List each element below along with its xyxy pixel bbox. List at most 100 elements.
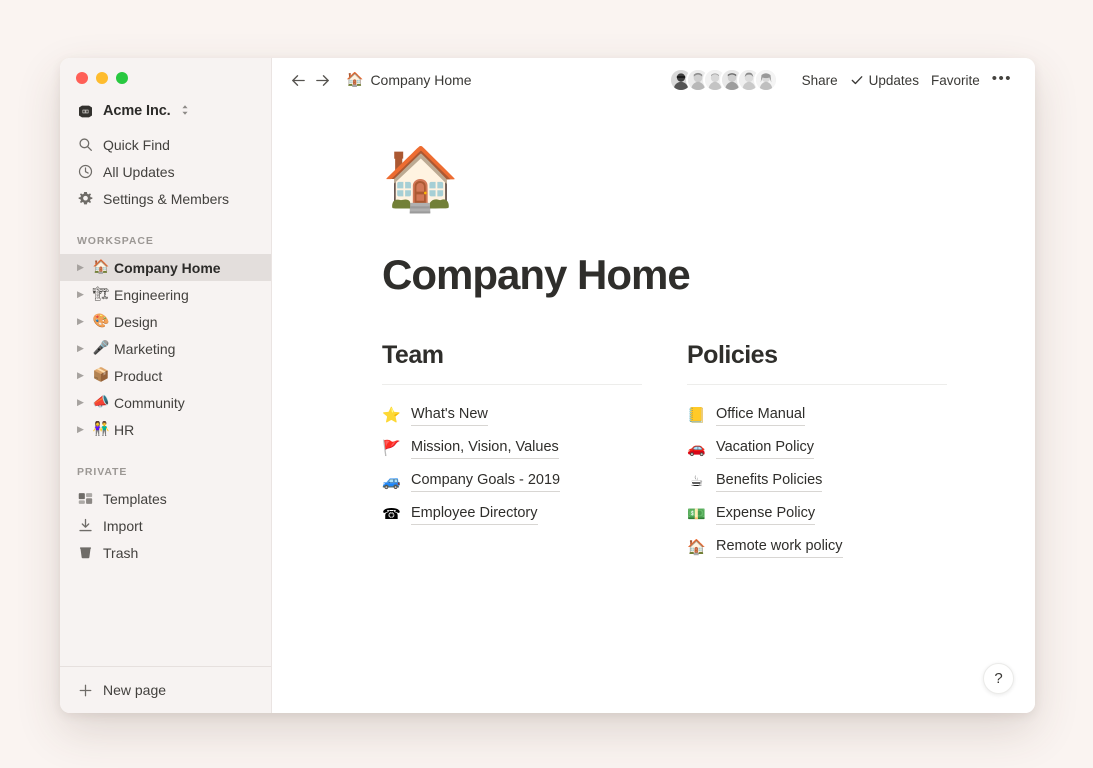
sidebar-page-engineering[interactable]: ▶ 🏗 Engineering bbox=[60, 281, 271, 308]
chevron-right-icon[interactable]: ▶ bbox=[77, 317, 91, 326]
page-link-remote-work-policy[interactable]: 🏠 Remote work policy bbox=[687, 531, 947, 564]
gear-icon bbox=[77, 191, 93, 207]
search-icon bbox=[77, 137, 93, 153]
templates-icon bbox=[77, 491, 93, 507]
link-emoji-icon: 📒 bbox=[687, 406, 706, 425]
chevron-right-icon[interactable]: ▶ bbox=[77, 290, 91, 299]
sidebar-item-settings-members[interactable]: Settings & Members bbox=[60, 185, 271, 212]
divider bbox=[687, 384, 947, 386]
arrow-right-icon bbox=[314, 72, 331, 89]
sidebar-item-label: Import bbox=[103, 517, 143, 534]
sidebar-item-import[interactable]: Import bbox=[60, 512, 271, 539]
page-link-office-manual[interactable]: 📒 Office Manual bbox=[687, 399, 947, 432]
chevron-updown-icon bbox=[181, 104, 189, 119]
collaborator-avatars[interactable] bbox=[668, 68, 778, 92]
page-emoji-icon: 🏠 bbox=[92, 258, 110, 275]
back-button[interactable] bbox=[286, 68, 310, 92]
sidebar-page-marketing[interactable]: ▶ 🎤 Marketing bbox=[60, 335, 271, 362]
column-heading: Policies bbox=[687, 341, 778, 370]
close-window-button[interactable] bbox=[76, 72, 88, 84]
workspace-logo-icon bbox=[77, 105, 94, 118]
link-emoji-icon: 🚩 bbox=[382, 439, 401, 458]
sidebar-page-community[interactable]: ▶ 📣 Community bbox=[60, 389, 271, 416]
chevron-right-icon[interactable]: ▶ bbox=[77, 344, 91, 353]
sidebar-item-label: Quick Find bbox=[103, 136, 170, 153]
plus-icon bbox=[77, 682, 93, 698]
page-link-company-goals[interactable]: 🚙 Company Goals - 2019 bbox=[382, 465, 642, 498]
sidebar-item-label: Trash bbox=[103, 544, 139, 561]
sidebar-item-label: Templates bbox=[103, 490, 167, 507]
sidebar-page-label: Engineering bbox=[114, 286, 189, 303]
link-emoji-icon: 🚙 bbox=[382, 472, 401, 491]
breadcrumb-label: Company Home bbox=[370, 72, 472, 88]
page-link-benefits-policies[interactable]: ☕ Benefits Policies bbox=[687, 465, 947, 498]
private-list: Templates Import Trash bbox=[60, 485, 271, 566]
sidebar-page-label: Company Home bbox=[114, 259, 221, 276]
clock-icon bbox=[77, 164, 93, 180]
maximize-window-button[interactable] bbox=[116, 72, 128, 84]
workspace-switcher[interactable]: Acme Inc. bbox=[60, 94, 271, 126]
workspace-name: Acme Inc. bbox=[103, 103, 171, 119]
sidebar-item-all-updates[interactable]: All Updates bbox=[60, 158, 271, 185]
share-label: Share bbox=[801, 72, 838, 88]
page-link-label: What's New bbox=[411, 405, 488, 427]
page-link-mission-vision-values[interactable]: 🚩 Mission, Vision, Values bbox=[382, 432, 642, 465]
workspace-section-label: WORKSPACE bbox=[77, 235, 154, 247]
new-page-button[interactable]: New page bbox=[60, 666, 271, 713]
link-emoji-icon: ☎ bbox=[382, 505, 401, 524]
private-section-label: PRIVATE bbox=[77, 466, 128, 478]
chevron-right-icon[interactable]: ▶ bbox=[77, 371, 91, 380]
page-emoji-icon: 🎨 bbox=[92, 312, 110, 329]
page-link-label: Company Goals - 2019 bbox=[411, 471, 561, 493]
chevron-right-icon[interactable]: ▶ bbox=[77, 263, 91, 272]
sidebar-page-label: Product bbox=[114, 367, 163, 384]
main-area: 🏠 Company Home Share Updates Favorite ••… bbox=[272, 58, 1035, 713]
new-page-label: New page bbox=[103, 682, 167, 698]
app-window: Acme Inc. Quick Find All Updates Setting… bbox=[60, 58, 1035, 713]
sidebar: Acme Inc. Quick Find All Updates Setting… bbox=[60, 58, 272, 713]
sidebar-page-product[interactable]: ▶ 📦 Product bbox=[60, 362, 271, 389]
sidebar-item-quick-find[interactable]: Quick Find bbox=[60, 131, 271, 158]
page-title[interactable]: Company Home bbox=[382, 251, 1035, 298]
sidebar-page-label: Marketing bbox=[114, 340, 176, 357]
sidebar-page-hr[interactable]: ▶ 👫 HR bbox=[60, 416, 271, 443]
page-content: 🏠 Company Home Team ⭐ What's New 🚩 Missi… bbox=[272, 102, 1035, 713]
page-icon[interactable]: 🏠 bbox=[382, 148, 1035, 218]
page-link-label: Employee Directory bbox=[411, 504, 538, 526]
page-link-employee-directory[interactable]: ☎ Employee Directory bbox=[382, 498, 642, 531]
breadcrumb[interactable]: 🏠 Company Home bbox=[346, 72, 472, 88]
chevron-right-icon[interactable]: ▶ bbox=[77, 398, 91, 407]
sidebar-page-design[interactable]: ▶ 🎨 Design bbox=[60, 308, 271, 335]
page-link-whats-new[interactable]: ⭐ What's New bbox=[382, 399, 642, 432]
page-columns: Team ⭐ What's New 🚩 Mission, Vision, Val… bbox=[382, 340, 1035, 564]
page-emoji-icon: 👫 bbox=[92, 420, 110, 437]
minimize-window-button[interactable] bbox=[96, 72, 108, 84]
page-link-vacation-policy[interactable]: 🚗 Vacation Policy bbox=[687, 432, 947, 465]
page-link-label: Mission, Vision, Values bbox=[411, 438, 559, 460]
check-icon bbox=[850, 73, 864, 87]
page-emoji-icon: 🎤 bbox=[92, 339, 110, 356]
sidebar-item-trash[interactable]: Trash bbox=[60, 539, 271, 566]
page-link-label: Remote work policy bbox=[716, 537, 843, 559]
sidebar-page-label: Design bbox=[114, 313, 158, 330]
column-policies: Policies 📒 Office Manual 🚗 Vacation Poli… bbox=[687, 340, 947, 564]
updates-button[interactable]: Updates bbox=[844, 69, 925, 92]
forward-button[interactable] bbox=[310, 68, 334, 92]
link-emoji-icon: 💵 bbox=[687, 505, 706, 524]
share-button[interactable]: Share bbox=[796, 69, 844, 92]
sidebar-page-company-home[interactable]: ▶ 🏠 Company Home bbox=[60, 254, 271, 281]
avatar[interactable] bbox=[753, 68, 778, 92]
page-emoji-icon: 📣 bbox=[92, 393, 110, 410]
workspace-page-list: ▶ 🏠 Company Home ▶ 🏗 Engineering ▶ 🎨 Des… bbox=[60, 254, 271, 443]
link-emoji-icon: ☕ bbox=[689, 472, 704, 491]
more-options-button[interactable]: ••• bbox=[986, 67, 1018, 93]
link-emoji-icon: ⭐ bbox=[382, 406, 401, 425]
favorite-button[interactable]: Favorite bbox=[925, 69, 986, 92]
window-controls bbox=[60, 58, 271, 94]
link-emoji-icon: 🏠 bbox=[687, 538, 706, 557]
chevron-right-icon[interactable]: ▶ bbox=[77, 425, 91, 434]
sidebar-item-templates[interactable]: Templates bbox=[60, 485, 271, 512]
page-link-expense-policy[interactable]: 💵 Expense Policy bbox=[687, 498, 947, 531]
page-link-label: Benefits Policies bbox=[716, 471, 823, 493]
help-button[interactable]: ? bbox=[983, 663, 1014, 694]
